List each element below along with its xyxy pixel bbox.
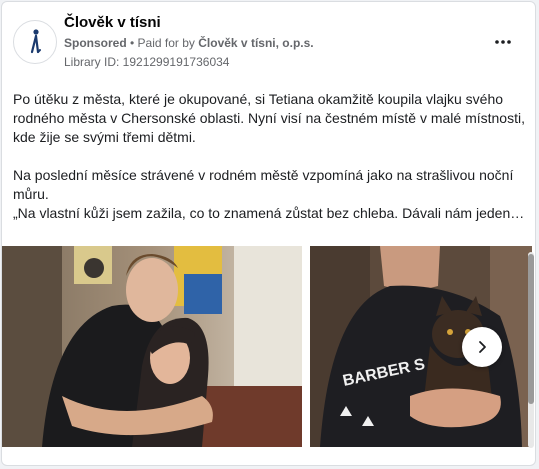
carousel-photo-1[interactable] (2, 246, 302, 447)
post-paragraph-2-line-1: Na poslední měsíce strávené v rodném měs… (13, 167, 514, 202)
sponsored-label[interactable]: Sponsored (64, 36, 127, 50)
scrollbar-thumb[interactable] (528, 254, 534, 404)
paid-for-prefix: Paid for by (137, 36, 199, 50)
more-horizontal-icon (495, 40, 511, 44)
organization-logo-icon (30, 29, 41, 54)
post-paragraph-2: Na poslední měsíce strávené v rodném měs… (13, 166, 528, 223)
more-options-button[interactable] (489, 32, 517, 52)
post-paragraph-2-line-2: „Na vlastní kůži jsem zažila, co to znam… (13, 205, 525, 221)
carousel-next-button[interactable] (462, 327, 502, 367)
sponsored-line: Sponsored • Paid for by Člověk v tísni, … (64, 36, 314, 50)
separator: • (126, 36, 138, 50)
post-paragraph-1: Po útěku z města, které je okupované, si… (13, 91, 525, 145)
chevron-right-icon (479, 341, 486, 353)
page-name[interactable]: Člověk v tísni (64, 14, 161, 31)
paid-for-by: Člověk v tísni, o.p.s. (198, 36, 314, 50)
photo-mother-and-son (2, 246, 302, 447)
library-id: Library ID: 1921299191736034 (64, 55, 230, 69)
page-avatar[interactable] (13, 20, 57, 64)
ad-card: Člověk v tísni Sponsored • Paid for by Č… (1, 1, 536, 466)
post-text: Po útěku z města, které je okupované, si… (13, 90, 528, 223)
ad-header: Člověk v tísni Sponsored • Paid for by Č… (2, 2, 535, 82)
media-carousel: BARBER S (2, 246, 535, 447)
